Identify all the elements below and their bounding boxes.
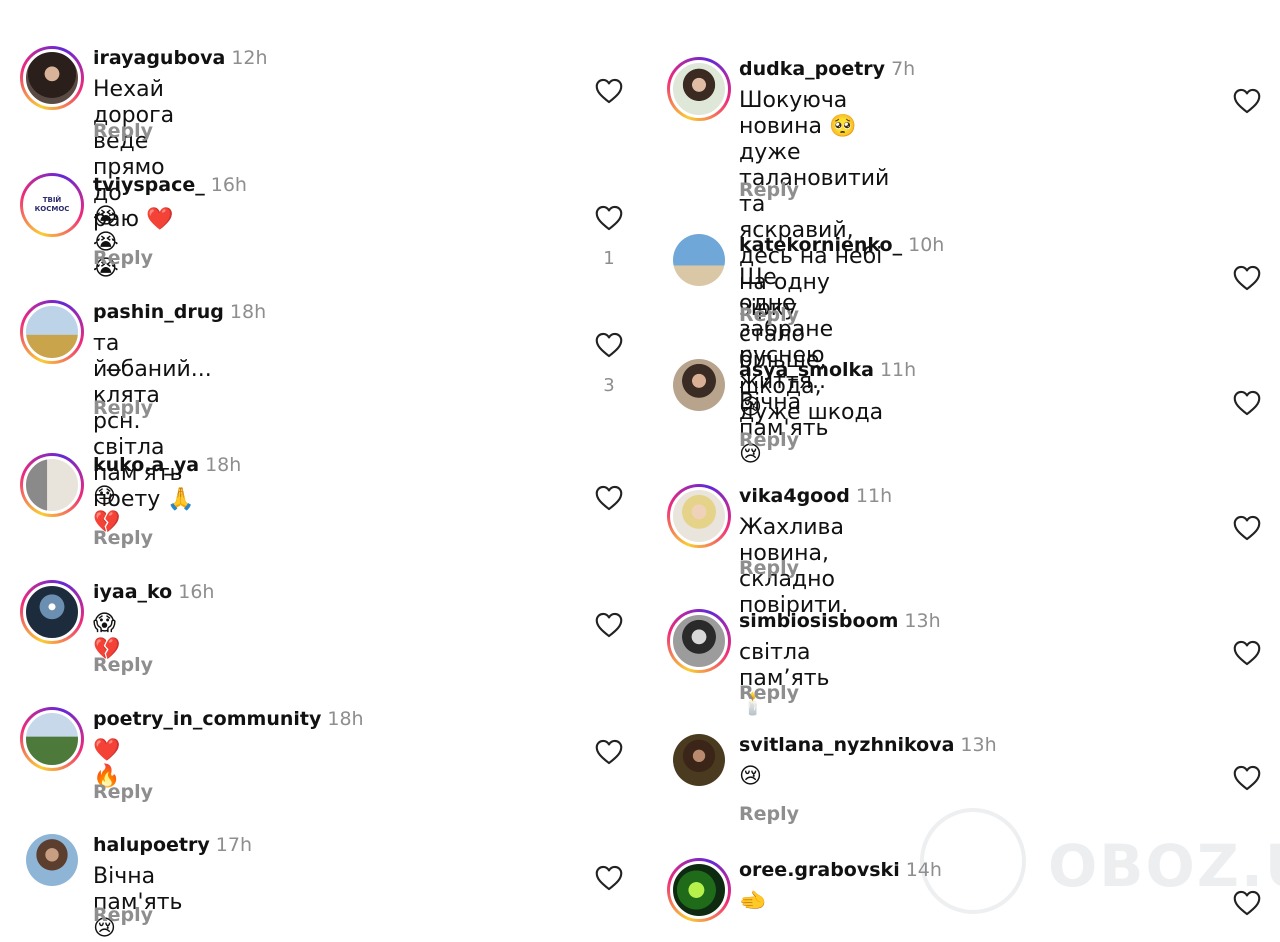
reply-button[interactable]: Reply xyxy=(739,557,799,579)
comment-text: 😭😭😭 xyxy=(93,204,119,281)
heart-icon[interactable] xyxy=(1233,890,1261,916)
heart-icon[interactable] xyxy=(595,78,623,104)
timestamp: 13h xyxy=(960,734,997,756)
avatar[interactable] xyxy=(667,858,731,922)
reply-button[interactable]: Reply xyxy=(93,527,153,549)
reply-button[interactable]: Reply xyxy=(739,803,799,825)
avatar[interactable] xyxy=(667,609,731,673)
reply-button[interactable]: Reply xyxy=(739,304,799,326)
heart-icon[interactable] xyxy=(595,865,623,891)
reply-button[interactable]: Reply xyxy=(739,179,799,201)
avatar[interactable] xyxy=(20,46,84,110)
timestamp: 17h xyxy=(215,834,252,856)
username[interactable]: katekornienko_ xyxy=(739,234,902,256)
timestamp: 18h xyxy=(229,301,267,323)
username[interactable]: vika4good xyxy=(739,485,850,507)
avatar[interactable] xyxy=(667,57,731,121)
heart-icon[interactable] xyxy=(595,205,623,231)
timestamp: 13h xyxy=(904,610,941,632)
username[interactable]: halupoetry xyxy=(93,834,210,856)
avatar[interactable] xyxy=(667,484,731,548)
heart-icon[interactable] xyxy=(1233,765,1261,791)
timestamp: 14h xyxy=(905,859,942,881)
avatar[interactable] xyxy=(20,707,84,771)
watermark-logo: OBOZ.UA xyxy=(920,808,1280,918)
username[interactable]: tviyspace_ xyxy=(93,174,205,196)
username[interactable]: kuko.a_ya xyxy=(93,454,199,476)
heart-icon[interactable] xyxy=(1233,88,1261,114)
heart-icon[interactable] xyxy=(595,739,623,765)
username[interactable]: svitlana_nyzhnikova xyxy=(739,734,954,756)
timestamp: 18h xyxy=(327,708,364,730)
heart-icon[interactable] xyxy=(1233,390,1261,416)
username[interactable]: asya_smolka xyxy=(739,359,874,381)
username[interactable]: irayagubova xyxy=(93,47,225,69)
timestamp: 10h xyxy=(908,234,945,256)
reply-button[interactable]: Reply xyxy=(93,654,153,676)
like-count: 1 xyxy=(603,248,615,269)
reply-button[interactable]: Reply xyxy=(93,120,153,142)
comment-text: 🫲 xyxy=(739,889,767,914)
reply-button[interactable]: Reply xyxy=(739,682,799,704)
timestamp: 11h xyxy=(879,359,917,381)
heart-icon[interactable] xyxy=(595,485,623,511)
comment-text: 😢 xyxy=(739,764,762,789)
comment-text: світла пам’ять 🕯️ xyxy=(739,640,830,717)
username[interactable]: simbiosisboom xyxy=(739,610,898,632)
avatar[interactable] xyxy=(20,828,84,892)
avatar[interactable] xyxy=(667,353,731,417)
timestamp: 11h xyxy=(855,485,893,507)
avatar[interactable]: ТВІЙ КОСМОС xyxy=(20,173,84,237)
reply-button[interactable]: Reply xyxy=(93,904,153,926)
heart-icon[interactable] xyxy=(1233,515,1261,541)
reply-button[interactable]: Reply xyxy=(93,247,153,269)
heart-icon[interactable] xyxy=(1233,265,1261,291)
avatar-logo-text: ТВІЙ КОСМОС xyxy=(34,196,70,213)
comment-text: Вічна пам'ять 😢 xyxy=(93,864,183,941)
username[interactable]: dudka_poetry xyxy=(739,58,885,80)
timestamp: 16h xyxy=(210,174,247,196)
avatar[interactable] xyxy=(667,728,731,792)
reply-button[interactable]: Reply xyxy=(739,429,799,451)
avatar[interactable] xyxy=(20,580,84,644)
avatar[interactable] xyxy=(20,453,84,517)
avatar[interactable] xyxy=(20,300,84,364)
username[interactable]: oree.grabovski xyxy=(739,859,900,881)
username[interactable]: pashin_drug xyxy=(93,301,224,323)
like-count: 3 xyxy=(603,375,615,396)
timestamp: 12h xyxy=(231,47,268,69)
avatar[interactable] xyxy=(667,228,731,292)
heart-icon[interactable] xyxy=(595,612,623,638)
reply-button[interactable]: Reply xyxy=(93,781,153,803)
timestamp: 16h xyxy=(178,581,215,603)
heart-icon[interactable] xyxy=(1233,640,1261,666)
username[interactable]: iyaa_ko xyxy=(93,581,172,603)
timestamp: 18h xyxy=(205,454,242,476)
username[interactable]: poetry_in_community xyxy=(93,708,321,730)
reply-button[interactable]: Reply xyxy=(93,397,153,419)
timestamp: 7h xyxy=(891,58,916,80)
heart-icon[interactable] xyxy=(595,332,623,358)
